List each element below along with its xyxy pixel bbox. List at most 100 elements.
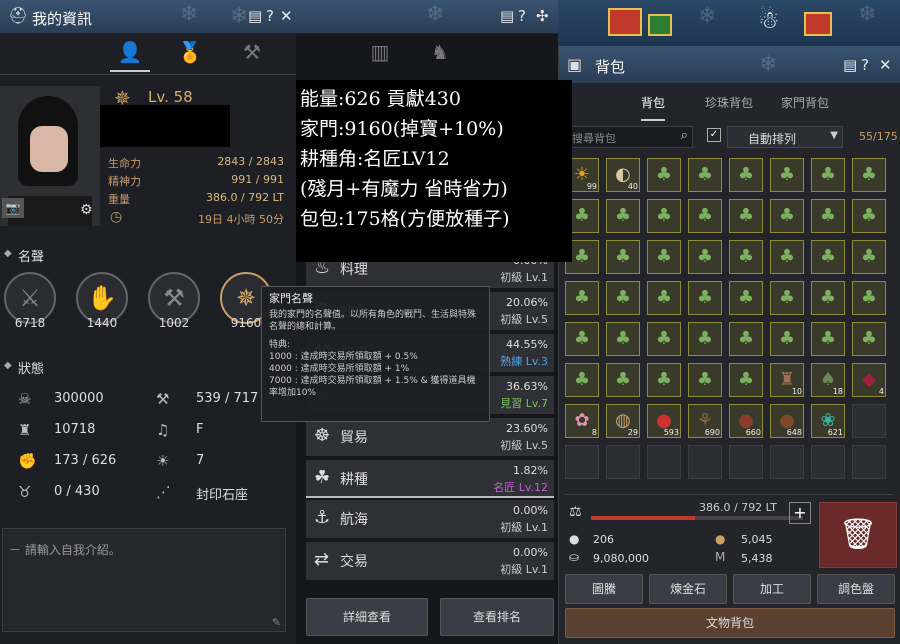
close-icon[interactable]: ✕: [280, 7, 293, 25]
inventory-slot[interactable]: ♣: [606, 240, 640, 274]
inventory-slot[interactable]: ♣: [852, 158, 886, 192]
inventory-slot[interactable]: ♣: [729, 199, 763, 233]
camera-icon[interactable]: 📷: [2, 198, 24, 218]
tab-profile-icon[interactable]: 👤: [110, 40, 150, 72]
inventory-slot[interactable]: ♣: [729, 363, 763, 397]
inventory-slot[interactable]: ♣: [688, 199, 722, 233]
inventory-slot[interactable]: ♣: [729, 158, 763, 192]
help-icon[interactable]: ?: [518, 7, 526, 25]
inventory-slot[interactable]: ♣: [770, 281, 804, 315]
tab-pearl-bag[interactable]: 珍珠背包: [705, 94, 753, 111]
inventory-slot[interactable]: ♣: [647, 240, 681, 274]
seed-bag-icon: ♣: [860, 246, 878, 267]
inventory-slot[interactable]: ♜ 10: [770, 363, 804, 397]
inventory-slot[interactable]: ♠ 18: [811, 363, 845, 397]
inventory-slot[interactable]: ♣: [647, 281, 681, 315]
inventory-slot[interactable]: ♣: [852, 322, 886, 356]
help-icon[interactable]: ?: [861, 56, 869, 74]
inventory-slot[interactable]: ♣: [647, 199, 681, 233]
life-skill-row[interactable]: ⚓ 航海 0.00% 初級 Lv.1: [306, 500, 554, 538]
empty-slot[interactable]: [770, 445, 804, 479]
inventory-slot[interactable]: ♣: [729, 240, 763, 274]
inventory-slot[interactable]: ♣: [811, 322, 845, 356]
tab-medal-icon[interactable]: 🏅: [170, 40, 210, 72]
inventory-slot[interactable]: ♣: [565, 281, 599, 315]
life-skill-row[interactable]: ☘ 耕種 1.82% 名匠 Lv.12: [306, 460, 554, 498]
detail-button[interactable]: 詳細查看: [306, 598, 428, 636]
tab-horse-icon[interactable]: ♞: [420, 40, 460, 72]
inventory-slot[interactable]: ♣: [606, 281, 640, 315]
inventory-slot[interactable]: ● 660: [729, 404, 763, 438]
inventory-slot[interactable]: ♣: [852, 240, 886, 274]
inventory-slot[interactable]: ♣: [606, 322, 640, 356]
inventory-slot[interactable]: ♣: [647, 158, 681, 192]
inventory-slot[interactable]: ♣: [770, 158, 804, 192]
inventory-slot[interactable]: ● 648: [770, 404, 804, 438]
tab-family-bag[interactable]: 家門背包: [781, 94, 829, 111]
inventory-slot[interactable]: ♣: [852, 281, 886, 315]
search-icon[interactable]: ⌕: [681, 128, 688, 143]
inventory-slot[interactable]: ♣: [565, 322, 599, 356]
inventory-slot[interactable]: ♣: [688, 240, 722, 274]
close-icon[interactable]: ✕: [879, 56, 892, 74]
palette-button[interactable]: 調色盤: [817, 574, 895, 604]
inventory-slot[interactable]: ♣: [811, 240, 845, 274]
inventory-slot[interactable]: ♣: [770, 199, 804, 233]
empty-slot[interactable]: [852, 445, 886, 479]
totem-button[interactable]: 圖騰: [565, 574, 643, 604]
empty-slot[interactable]: [565, 445, 599, 479]
inventory-slot[interactable]: ♣: [770, 240, 804, 274]
inventory-slot[interactable]: ✿ 8: [565, 404, 599, 438]
inventory-slot[interactable]: ◍ 29: [606, 404, 640, 438]
empty-slot[interactable]: [647, 445, 681, 479]
tab-chart-icon[interactable]: ▥: [360, 40, 400, 72]
tab-tool-icon[interactable]: ⚒: [232, 40, 272, 72]
trash-button[interactable]: 🗑: [819, 502, 897, 568]
autosort-checkbox[interactable]: ✓: [707, 128, 721, 142]
inventory-slot[interactable]: ♣: [729, 322, 763, 356]
autosort-dropdown[interactable]: 自動排列 ▼: [727, 126, 843, 148]
inventory-slot[interactable]: ♣: [688, 322, 722, 356]
inventory-slot[interactable]: ♣: [647, 322, 681, 356]
inventory-slot[interactable]: ◐ 40: [606, 158, 640, 192]
inventory-slot[interactable]: ♣: [729, 281, 763, 315]
state-heading: 狀態: [18, 362, 45, 377]
empty-slot[interactable]: [729, 445, 763, 479]
page-icon[interactable]: ▤: [500, 7, 514, 25]
inventory-slot[interactable]: ♣: [606, 199, 640, 233]
add-weight-button[interactable]: +: [789, 502, 811, 524]
bag-search-input[interactable]: 搜尋背包 ⌕: [567, 126, 693, 148]
page-icon[interactable]: ▤: [843, 56, 857, 74]
inventory-slot[interactable]: ◆ 4: [852, 363, 886, 397]
inventory-slot[interactable]: ♣: [811, 281, 845, 315]
inventory-slot[interactable]: ♣: [688, 363, 722, 397]
empty-slot[interactable]: [811, 445, 845, 479]
pin-icon[interactable]: ✣: [536, 7, 549, 25]
tab-bag[interactable]: 背包: [641, 94, 666, 121]
inventory-slot[interactable]: ♣: [770, 322, 804, 356]
life-skill-row[interactable]: ☸ 貿易 23.60% 初級 Lv.5: [306, 418, 554, 456]
pencil-icon[interactable]: ✎: [272, 616, 281, 629]
inventory-slot[interactable]: ❀ 621: [811, 404, 845, 438]
inventory-slot[interactable]: ⚘ 690: [688, 404, 722, 438]
ranking-button[interactable]: 查看排名: [440, 598, 554, 636]
inventory-slot[interactable]: ♣: [811, 199, 845, 233]
inventory-slot[interactable]: ♣: [688, 158, 722, 192]
help-icon[interactable]: ?: [266, 7, 274, 25]
artifact-bag-button[interactable]: 文物背包: [565, 608, 895, 638]
empty-slot[interactable]: [606, 445, 640, 479]
inventory-slot[interactable]: ♣: [852, 199, 886, 233]
inventory-slot[interactable]: ♣: [811, 158, 845, 192]
inventory-slot[interactable]: ♣: [688, 281, 722, 315]
inventory-slot[interactable]: ♣: [565, 363, 599, 397]
empty-slot[interactable]: [688, 445, 722, 479]
inventory-slot[interactable]: ● 593: [647, 404, 681, 438]
life-skill-row[interactable]: ⇄ 交易 0.00% 初級 Lv.1: [306, 542, 554, 580]
inventory-slot[interactable]: ♣: [606, 363, 640, 397]
page-icon[interactable]: ▤: [248, 7, 262, 25]
processing-button[interactable]: 加工: [733, 574, 811, 604]
empty-slot[interactable]: [852, 404, 886, 438]
alchemy-stone-button[interactable]: 煉金石: [649, 574, 727, 604]
inventory-slot[interactable]: ♣: [647, 363, 681, 397]
self-intro-input[interactable]: － 請輸入自我介紹。 ✎: [2, 528, 286, 632]
